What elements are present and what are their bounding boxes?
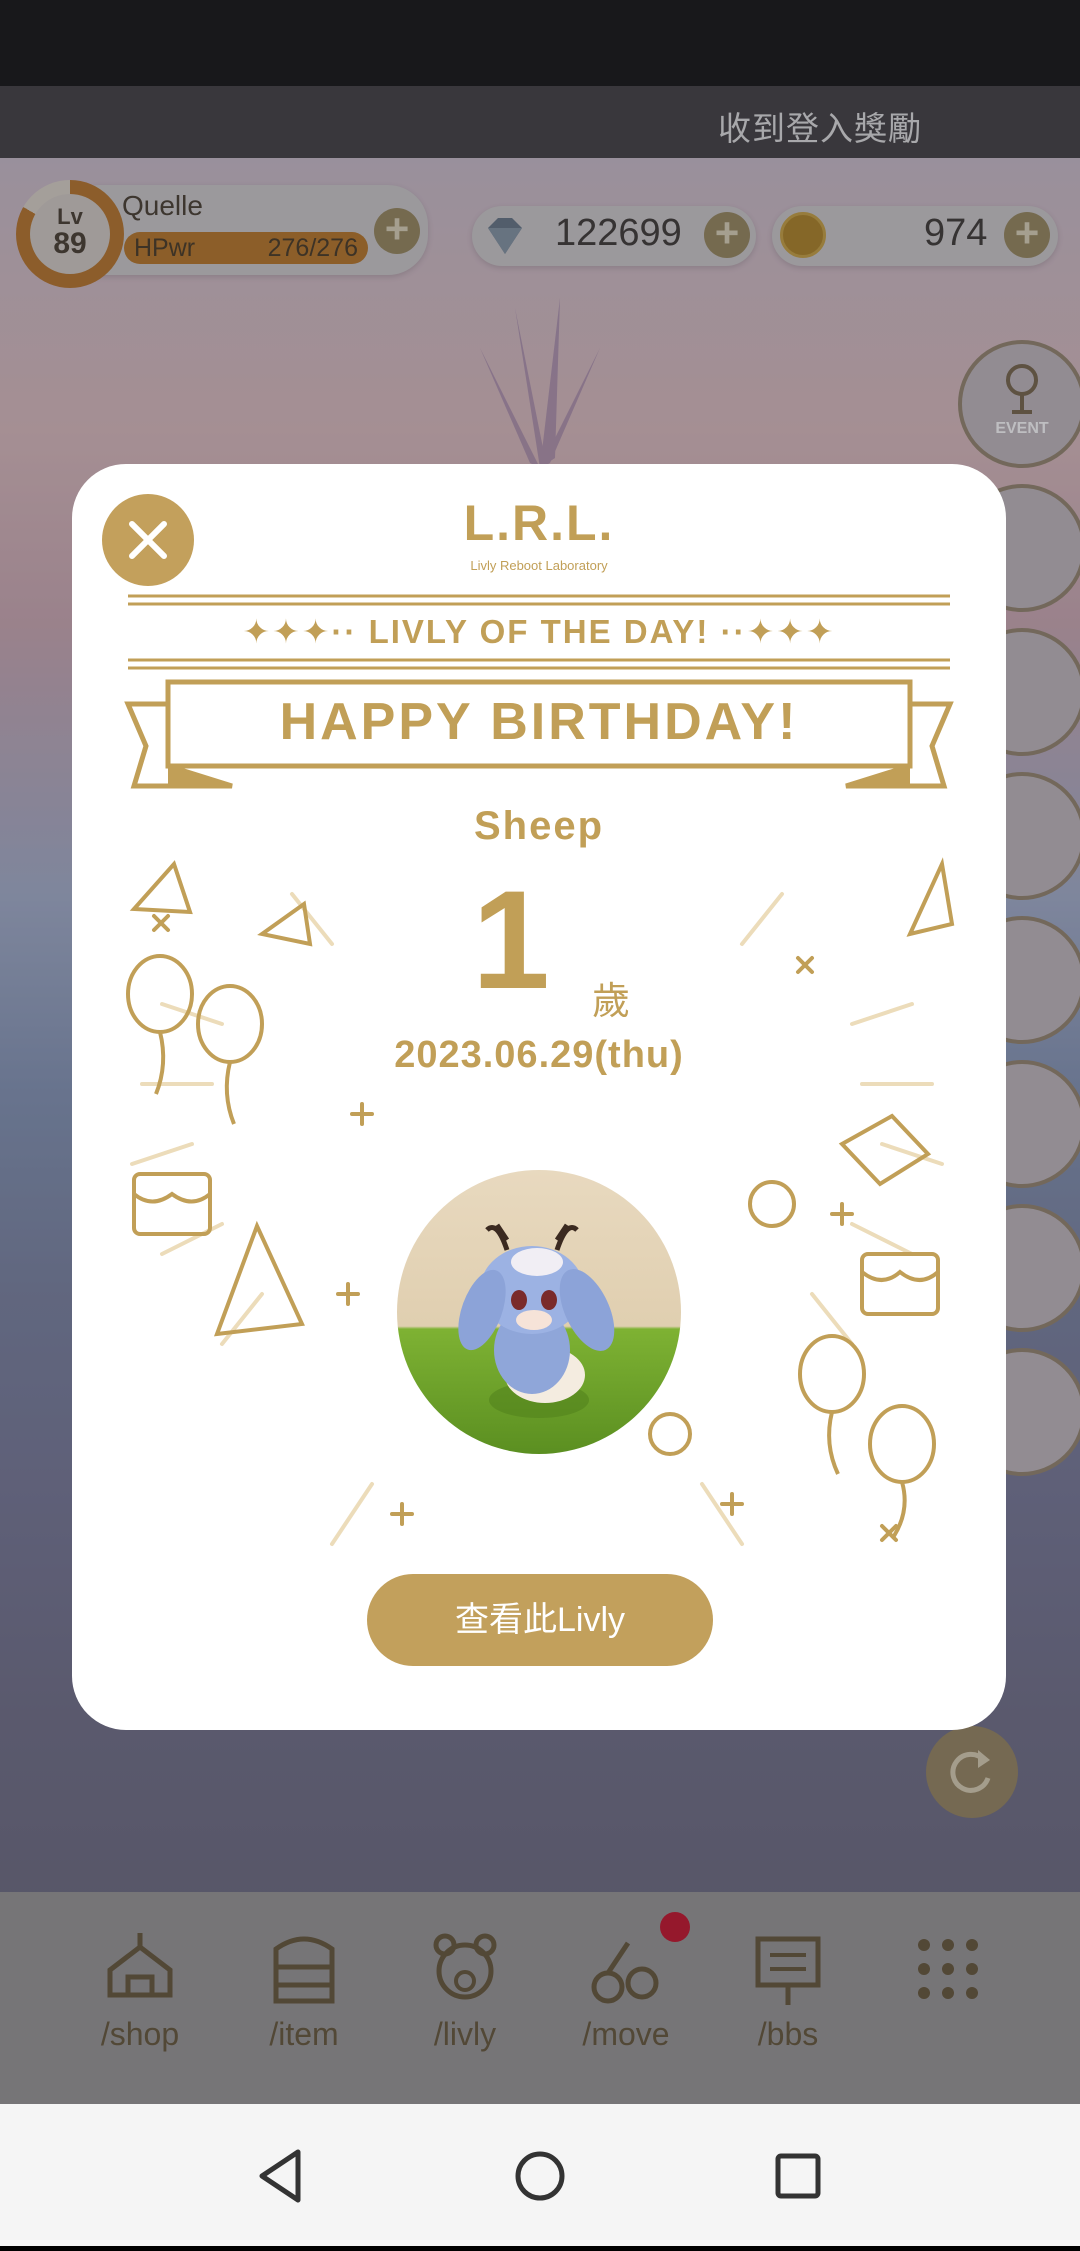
lrl-logo: L.R.L. — [463, 495, 615, 551]
livly-portrait — [397, 1170, 681, 1454]
sparkle-icon: ··✦✦✦ — [709, 613, 836, 650]
home-button[interactable] — [510, 2134, 570, 2218]
birthday-date: 2023.06.29(thu) — [394, 1034, 684, 1076]
age-number: 1 — [472, 861, 550, 1018]
age-unit: 歲 — [592, 981, 631, 1023]
livly-character-image — [458, 1223, 615, 1418]
livly-of-the-day: ✦✦✦·· LIVLY OF THE DAY! ··✦✦✦ — [242, 613, 836, 650]
close-button[interactable] — [102, 494, 194, 586]
birthday-banner: HAPPY BIRTHDAY! — [279, 693, 799, 751]
view-livly-button[interactable]: 查看此Livly — [367, 1574, 713, 1666]
close-icon — [129, 521, 167, 559]
system-nav-bar — [0, 2104, 1080, 2246]
back-button[interactable] — [248, 2134, 308, 2218]
livly-name: Sheep — [473, 804, 605, 848]
decoration-layer — [124, 594, 955, 1546]
recents-button[interactable] — [770, 2134, 830, 2218]
birthday-modal: L.R.L. Livly Reboot Laboratory ✦✦✦·· LIV… — [72, 464, 1006, 1730]
sparkle-icon: ✦✦✦·· — [242, 613, 369, 650]
lrl-logo-subtitle: Livly Reboot Laboratory — [470, 558, 608, 573]
